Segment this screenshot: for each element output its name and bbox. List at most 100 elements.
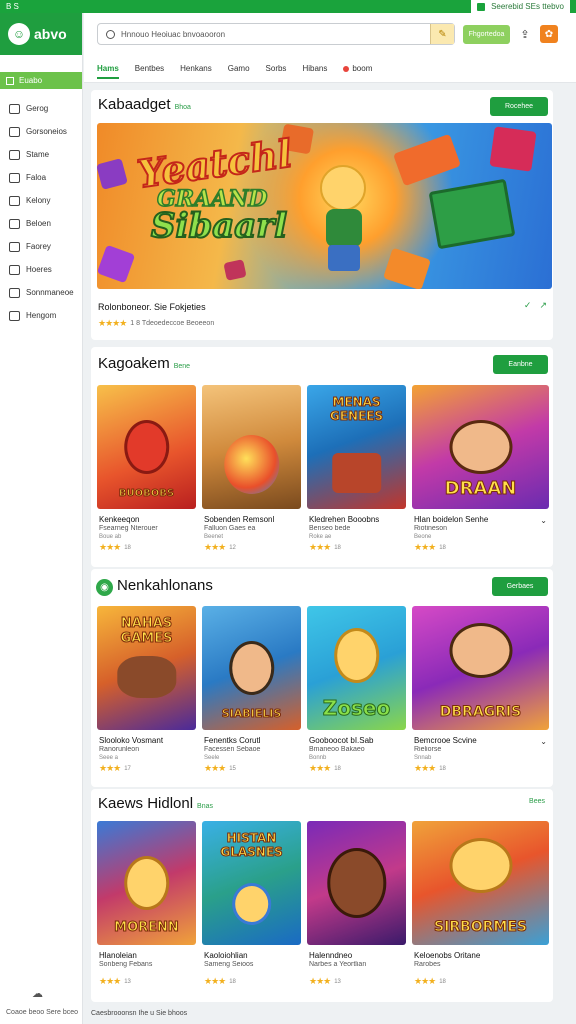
rating-count: 18 <box>439 978 446 985</box>
game-thumbnail: DBRAGRIS <box>412 606 549 730</box>
game-card[interactable]: SIRBORMES Keloenobs Oritane Rarobes ★★★ 1… <box>412 821 549 987</box>
game-rating: ★★★ 12 <box>202 542 301 553</box>
list-icon <box>9 103 20 114</box>
section-title-text: Nenkahlonans <box>117 577 213 594</box>
game-title: Kledrehen Booobns <box>309 515 380 524</box>
game-card[interactable]: HISTAN GLASNES Kaoloiohlian Sameng Seioo… <box>202 821 301 987</box>
game-thumbnail: NAHAS GAMES <box>97 606 196 730</box>
game-title: Hlan boidelon Senhe <box>414 515 489 524</box>
square-icon <box>9 310 20 321</box>
system-bar: B S Seerebid SEs ttebvo <box>0 0 576 13</box>
game-subtitle: Sonbeng Febans <box>99 961 153 968</box>
tab-boom[interactable]: boom <box>343 55 372 83</box>
game-card[interactable]: MORENN Hlanoleian Sonbeng Febans ★★★ 13 <box>97 821 196 987</box>
chevron-down-icon[interactable]: ⌄ <box>540 516 547 525</box>
star-rating-icon: ★★★ <box>204 763 226 773</box>
featured-banner[interactable]: Yeatchl GRAAND Sibaarl <box>97 123 552 289</box>
game-card[interactable]: Halenndneo Narbes a Yeortlian ★★★ 13 <box>307 821 406 987</box>
tab-sorbs[interactable]: Sorbs <box>266 55 287 83</box>
game-thumbnail: SIRBORMES <box>412 821 549 945</box>
game-title: Kenkeeqon <box>99 515 140 524</box>
check-icon[interactable]: ✓ <box>524 300 532 311</box>
game-rating: ★★★ 18 <box>307 542 406 553</box>
chevron-down-icon[interactable]: ⌄ <box>540 737 547 746</box>
sidebar-item-label: Faloa <box>26 173 47 182</box>
character-art <box>116 655 177 698</box>
sidebar-item[interactable]: Kelony <box>0 189 82 212</box>
sidebar-item-label: Sonnmaneoe <box>26 288 74 297</box>
tab-bar: Hams Bentbes Henkans Gamo Sorbs Hibans b… <box>84 55 576 83</box>
sidebar-item[interactable]: Beloen <box>0 212 82 235</box>
bookmark-icon <box>9 195 20 206</box>
section-more-button[interactable]: Eanbne <box>493 355 548 374</box>
banner-actions: ✓ ↗ <box>524 300 547 311</box>
game-thumbnail <box>307 821 406 945</box>
game-card[interactable]: BUOBOBS Kenkeeqon Fsearneg Nterouer Boue… <box>97 385 196 553</box>
game-art-title: DRAAN <box>444 478 517 500</box>
sidebar-item[interactable]: Hoeres <box>0 258 82 281</box>
section-title-text: Kabaadget <box>98 96 171 113</box>
header-action-button[interactable]: Fhgortedoa <box>463 24 510 44</box>
game-rating: ★★★ 18 <box>412 976 549 987</box>
brand-logo[interactable]: ☺ abvo <box>0 13 82 55</box>
game-subtitle: Facessen Sebaoe <box>204 746 261 753</box>
share-icon[interactable]: ⇪ <box>518 27 532 41</box>
sidebar-item[interactable]: Faloa <box>0 166 82 189</box>
star-rating-icon: ★★★ <box>309 763 331 773</box>
live-dot-icon <box>343 65 350 72</box>
section-kagoakem: Kagoakem Bene Eanbne BUOBOBS Kenkeeqon F… <box>91 347 553 567</box>
sidebar-item[interactable]: Gorsoneios <box>0 120 82 143</box>
cloud-icon[interactable]: ☁ <box>32 987 43 1000</box>
game-title: Keloenobs Oritane <box>414 951 481 960</box>
game-subtitle: Fsearneg Nterouer <box>99 525 158 532</box>
game-meta: Beone <box>414 534 432 540</box>
notifications-icon[interactable]: ✿ <box>540 25 558 43</box>
game-subtitle: Ranorunleon <box>99 746 140 753</box>
voice-search-button[interactable]: ✎ <box>430 24 454 44</box>
section-more-button[interactable]: Gerbaes <box>492 577 548 596</box>
game-thumbnail: MENAS GENEES <box>307 385 406 509</box>
system-bar-right: Seerebid SEs ttebvo <box>471 0 570 13</box>
sidebar-item[interactable]: Stame <box>0 143 82 166</box>
sidebar-item-active[interactable]: Euabo <box>0 72 82 89</box>
star-rating-icon: ★★★★ <box>98 318 127 328</box>
tab-bentbes[interactable]: Bentbes <box>135 55 164 83</box>
game-subtitle: Narbes a Yeortlian <box>309 961 367 968</box>
sidebar-item[interactable]: Faorey <box>0 235 82 258</box>
game-card[interactable]: SIABIELIS Fenentks Corutl Facessen Sebao… <box>202 606 301 774</box>
tab-hibans[interactable]: Hibans <box>302 55 327 83</box>
game-art-title: SIRBORMES <box>433 919 527 936</box>
featured-more-button[interactable]: Rocehee <box>490 97 548 116</box>
section-see-all-link[interactable]: Bees <box>529 798 545 805</box>
game-art-title: SIABIELIS <box>221 707 282 721</box>
game-card[interactable]: DBRAGRIS Bemcrooe Scvine Rieliorse Snnab… <box>412 606 549 774</box>
game-rating: ★★★ 13 <box>307 976 406 987</box>
search-input[interactable]: Hnnouo Heoiuac bnvoaooron ✎ <box>97 23 455 45</box>
sidebar-item[interactable]: Hengom <box>0 304 82 327</box>
rating-count: 13 <box>334 978 341 985</box>
section-subtitle: Bnas <box>197 803 214 810</box>
game-card[interactable]: Zoseo Gooboocot bI.Sab Bmaneoo Bakaeo Bo… <box>307 606 406 774</box>
game-subtitle: Riotineson <box>414 525 448 532</box>
sidebar-item[interactable]: Sonnmaneoe <box>0 281 82 304</box>
paw-icon <box>9 241 20 252</box>
system-bar-left-text: B S <box>6 2 19 11</box>
featured-section: Kabaadget Bhoa Rocehee Yeatchl GRAAND Si… <box>91 90 553 340</box>
logo-icon: ☺ <box>8 23 30 45</box>
game-title: Kaoloiohlian <box>204 951 248 960</box>
game-card[interactable]: NAHAS GAMES Slooloko Vosmant Ranorunleon… <box>97 606 196 774</box>
game-meta: Roke ae <box>309 534 332 540</box>
game-subtitle: Rieliorse <box>414 746 442 753</box>
arrow-right-icon[interactable]: ↗ <box>539 300 547 311</box>
tab-gamo[interactable]: Gamo <box>228 55 250 83</box>
game-rating: ★★★ 13 <box>97 976 196 987</box>
game-rating: ★★★ 15 <box>202 763 301 774</box>
tab-henkans[interactable]: Henkans <box>180 55 212 83</box>
tab-hams[interactable]: Hams <box>97 55 119 83</box>
game-card[interactable]: Sobenden Remsonl Falluon Gaes ea Beenet … <box>202 385 301 553</box>
sidebar-item[interactable]: Gerog <box>0 97 82 120</box>
status-icon <box>477 2 486 11</box>
star-rating-icon: ★★★ <box>309 542 331 552</box>
game-card[interactable]: DRAAN Hlan boidelon Senhe Riotineson Beo… <box>412 385 549 553</box>
game-card[interactable]: MENAS GENEES Kledrehen Booobns Benseo be… <box>307 385 406 553</box>
